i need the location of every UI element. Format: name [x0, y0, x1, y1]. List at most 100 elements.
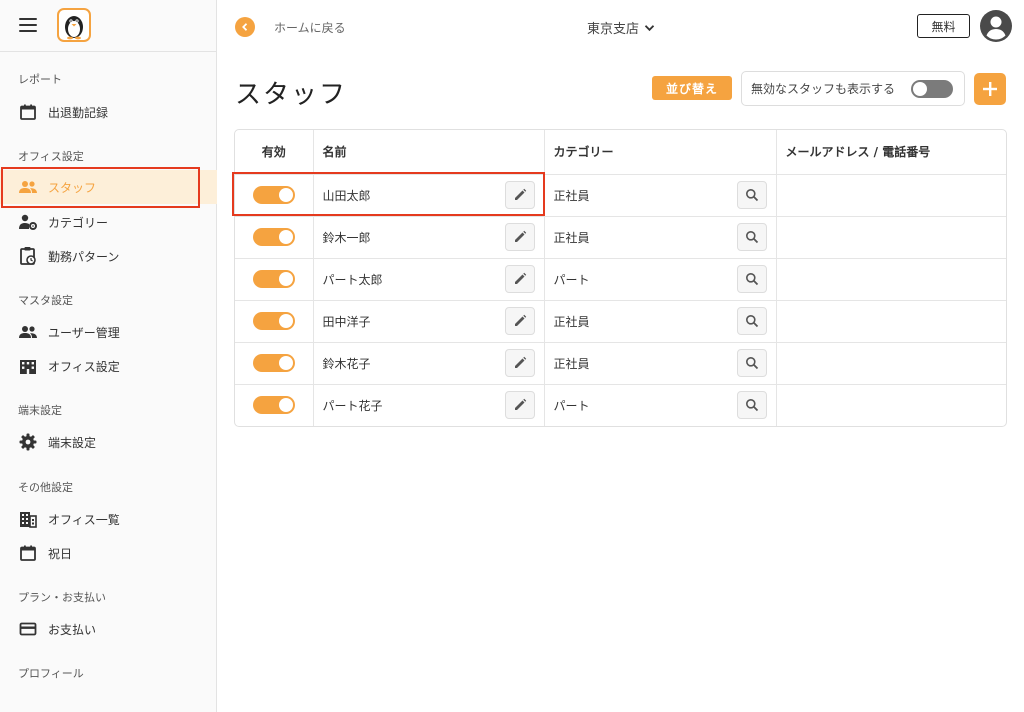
table-row: 鈴木花子 正社員: [235, 342, 1006, 385]
category-cell: パート: [544, 384, 777, 426]
people-icon: [18, 177, 38, 197]
active-toggle[interactable]: [252, 270, 295, 288]
calendar-icon: [18, 543, 38, 563]
select-category-button[interactable]: [736, 181, 767, 209]
select-category-button[interactable]: [736, 307, 767, 335]
contact-cell: [776, 300, 1006, 343]
sidebar-item-label: 勤務パターン: [48, 249, 120, 264]
sidebar-item-label: オフィス設定: [48, 359, 120, 374]
active-cell: [235, 216, 314, 259]
sidebar-item-staff[interactable]: スタッフ: [0, 170, 217, 204]
table-row: 鈴木一郎 正社員: [235, 216, 1006, 259]
select-category-button[interactable]: [736, 265, 767, 293]
staff-category: 正社員: [553, 188, 590, 203]
table-row: パート花子 パート: [235, 384, 1006, 426]
menu-icon[interactable]: [19, 18, 37, 32]
active-cell: [235, 258, 314, 301]
sidebar-item-category[interactable]: カテゴリー: [0, 205, 217, 239]
select-category-button[interactable]: [736, 349, 767, 377]
toggle-knob: [278, 188, 293, 202]
active-cell: [235, 174, 314, 217]
toggle-knob: [278, 356, 293, 370]
section-title-other: その他設定: [18, 481, 73, 494]
app-logo[interactable]: [57, 8, 91, 42]
active-toggle[interactable]: [252, 396, 295, 415]
sidebar-item-label: 祝日: [48, 546, 73, 561]
sidebar-item-work-pattern[interactable]: 勤務パターン: [0, 239, 217, 273]
sidebar-item-profile[interactable]: プロフィール: [18, 665, 84, 681]
section-title-device: 端末設定: [18, 404, 62, 417]
select-category-button[interactable]: [736, 223, 767, 251]
active-toggle[interactable]: [252, 312, 295, 330]
add-staff-button[interactable]: [974, 73, 1006, 105]
chevron-down-icon: [644, 24, 655, 31]
calendar-icon: [18, 102, 38, 122]
name-cell: 鈴木一郎: [313, 216, 545, 259]
edit-name-button[interactable]: [504, 181, 535, 209]
sidebar-item-holidays[interactable]: 祝日: [0, 536, 217, 570]
name-cell: 山田太郎: [313, 174, 545, 217]
name-cell: パート太郎: [313, 258, 545, 301]
sidebar-item-office-list[interactable]: オフィス一覧: [0, 502, 217, 536]
staff-name: パート太郎: [322, 272, 383, 287]
sidebar-item-office-settings[interactable]: オフィス設定: [0, 349, 217, 383]
sidebar: レポート 出退勤記録 オフィス設定 スタッフ カテゴリー 勤務パターン マスタ設…: [0, 0, 217, 712]
table-row: 田中洋子 正社員: [235, 300, 1006, 343]
back-to-home-link[interactable]: ホームに戻る: [274, 19, 346, 36]
account-circle-icon: [980, 10, 1012, 42]
sidebar-item-payment[interactable]: お支払い: [0, 612, 217, 646]
category-cell: 正社員: [544, 300, 777, 343]
branch-selector[interactable]: 東京支店: [587, 18, 655, 37]
plus-icon: [983, 82, 997, 96]
gear-icon: [18, 432, 38, 452]
staff-name: 鈴木花子: [322, 356, 371, 371]
sidebar-item-device-settings[interactable]: 端末設定: [0, 425, 217, 459]
column-header-name: 名前: [313, 130, 545, 175]
show-inactive-toggle[interactable]: [911, 80, 953, 98]
staff-name: パート花子: [322, 398, 383, 413]
contact-cell: [776, 258, 1006, 301]
back-button[interactable]: [235, 17, 255, 37]
person-gear-icon: [18, 212, 38, 232]
people-icon: [18, 322, 38, 342]
contact-cell: [776, 384, 1006, 426]
search-icon: [745, 357, 758, 370]
table-header-row: 有効 名前 カテゴリー メールアドレス / 電話番号: [235, 130, 1006, 175]
sidebar-item-label: 出退勤記録: [48, 105, 109, 120]
edit-name-button[interactable]: [504, 391, 535, 420]
contact-cell: [776, 342, 1006, 385]
avatar[interactable]: [980, 10, 1012, 42]
sidebar-item-label: 端末設定: [48, 435, 97, 450]
sidebar-item-label: スタッフ: [48, 180, 97, 195]
edit-name-button[interactable]: [504, 349, 535, 377]
active-toggle[interactable]: [252, 354, 295, 372]
column-header-category: カテゴリー: [544, 130, 777, 175]
active-toggle[interactable]: [252, 186, 295, 204]
toggle-knob: [913, 82, 927, 96]
search-icon: [745, 231, 758, 244]
sort-button[interactable]: 並び替え: [652, 76, 732, 100]
category-cell: 正社員: [544, 174, 777, 217]
edit-name-button[interactable]: [504, 307, 535, 335]
sidebar-item-user-management[interactable]: ユーザー管理: [0, 315, 217, 349]
pencil-icon: [514, 188, 526, 200]
staff-table: 有効 名前 カテゴリー メールアドレス / 電話番号 山田太郎 正社員 鈴木一郎…: [234, 129, 1007, 427]
active-toggle[interactable]: [252, 228, 295, 246]
sidebar-header: [0, 0, 216, 52]
pencil-icon: [514, 272, 526, 284]
section-title-office: オフィス設定: [18, 150, 84, 163]
edit-name-button[interactable]: [504, 223, 535, 251]
name-cell: 田中洋子: [313, 300, 545, 343]
name-cell: パート花子: [313, 384, 545, 426]
pencil-icon: [514, 230, 526, 242]
select-category-button[interactable]: [736, 391, 767, 420]
staff-name: 鈴木一郎: [322, 230, 371, 245]
top-bar: ホームに戻る 東京支店 無料: [217, 0, 1024, 52]
page-title: スタッフ: [235, 80, 348, 110]
staff-category: パート: [553, 272, 590, 287]
sidebar-item-attendance[interactable]: 出退勤記録: [0, 95, 217, 129]
staff-name: 山田太郎: [322, 188, 371, 203]
pencil-icon: [514, 356, 526, 368]
edit-name-button[interactable]: [504, 265, 535, 293]
chevron-left-icon: [242, 23, 248, 31]
